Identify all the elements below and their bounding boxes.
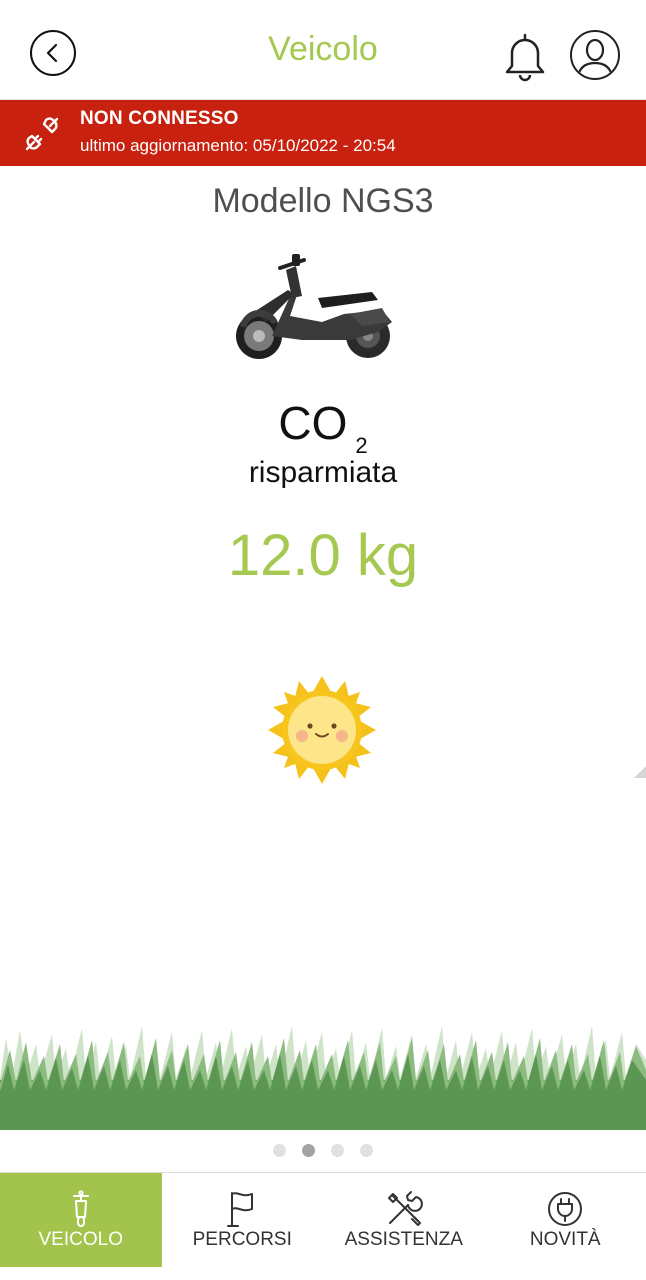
grass-decoration bbox=[0, 1026, 646, 1130]
co2-symbol: CO bbox=[278, 397, 348, 449]
co2-caption: risparmiata bbox=[248, 456, 398, 489]
page-dot[interactable] bbox=[360, 1144, 373, 1157]
page-dot-active[interactable] bbox=[302, 1144, 315, 1157]
scooter-icon bbox=[72, 1190, 89, 1227]
page-dot[interactable] bbox=[331, 1144, 344, 1157]
tab-percorsi-label: PERCORSI bbox=[192, 1229, 292, 1250]
bottom-nav: VEICOLO PERCORSI ASSISTENZA NOVITÀ bbox=[0, 1172, 646, 1267]
tab-novita-label: NOVITÀ bbox=[529, 1229, 601, 1250]
user-icon bbox=[576, 38, 614, 77]
tab-assistenza[interactable]: ASSISTENZA bbox=[323, 1173, 485, 1267]
connection-status-banner: NON CONNESSO ultimo aggiornamento: 05/10… bbox=[0, 100, 646, 166]
top-bar: Veicolo bbox=[0, 0, 646, 100]
swipe-hint-icon bbox=[634, 766, 646, 778]
tools-icon bbox=[387, 1191, 423, 1226]
co2-saved-amount: 12.0 kg bbox=[227, 523, 419, 588]
co2-heading: CO 2 bbox=[0, 396, 646, 459]
co2-subscript: 2 bbox=[355, 433, 368, 458]
connection-status-label: NON CONNESSO bbox=[80, 108, 239, 129]
unplugged-icon bbox=[25, 117, 59, 151]
scooter-image bbox=[236, 254, 392, 359]
bell-icon bbox=[505, 33, 545, 82]
page-indicator bbox=[0, 1144, 646, 1157]
plug-icon bbox=[548, 1192, 583, 1226]
tab-percorsi[interactable]: PERCORSI bbox=[162, 1173, 324, 1267]
notifications-button[interactable] bbox=[500, 30, 550, 82]
vehicle-model: Modello NGS3 bbox=[212, 182, 434, 220]
sun-icon bbox=[268, 676, 376, 784]
profile-button[interactable] bbox=[570, 30, 620, 80]
page-dot[interactable] bbox=[273, 1144, 286, 1157]
tab-assistenza-label: ASSISTENZA bbox=[344, 1229, 463, 1250]
flag-icon bbox=[227, 1192, 254, 1227]
tab-novita[interactable]: NOVITÀ bbox=[485, 1173, 646, 1267]
last-update-text: ultimo aggiornamento: 05/10/2022 - 20:54 bbox=[80, 136, 396, 155]
tab-veicolo[interactable]: VEICOLO bbox=[0, 1173, 162, 1267]
vehicle-screen: Veicolo NON CONNESSO ultimo aggiornament… bbox=[0, 0, 646, 1280]
tab-veicolo-label: VEICOLO bbox=[38, 1229, 123, 1250]
